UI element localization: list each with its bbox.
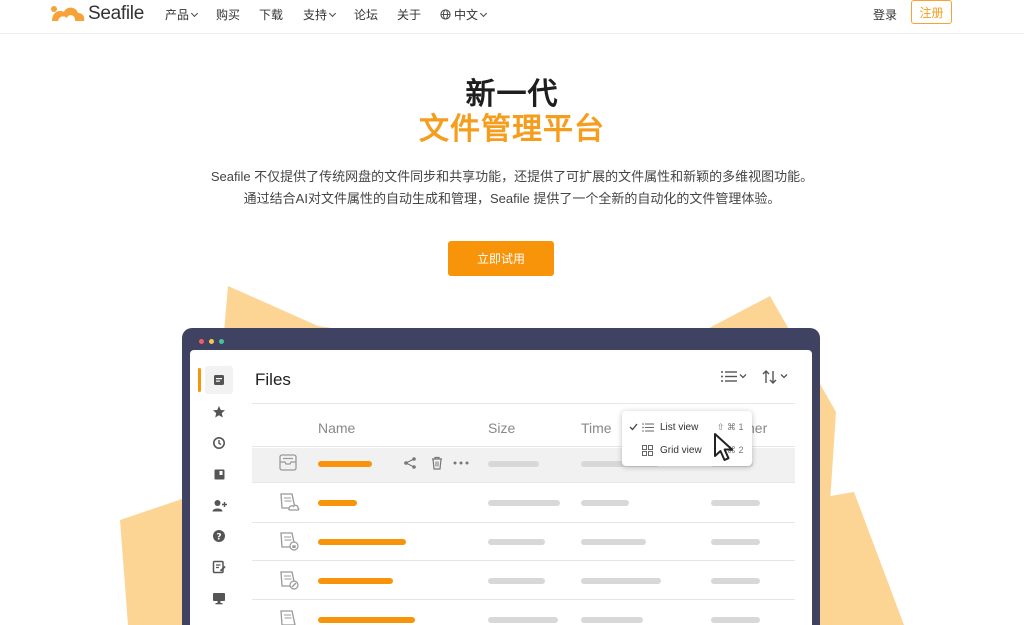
nav-item-label: 购买 xyxy=(216,8,241,22)
history-icon xyxy=(213,437,225,449)
window-maximize-dot xyxy=(219,339,224,344)
sidebar-share-users[interactable] xyxy=(207,493,231,517)
seafile-logo[interactable]: Seafile xyxy=(50,2,144,26)
sidebar-devices[interactable] xyxy=(207,586,231,610)
window-minimize-dot xyxy=(209,339,214,344)
chevron-down-icon xyxy=(479,9,488,17)
sidebar-files[interactable] xyxy=(205,366,233,394)
try-now-button[interactable]: 立即试用 xyxy=(448,241,554,276)
file-size-placeholder xyxy=(488,539,545,545)
checkmark-icon xyxy=(629,423,638,431)
window-close-dot xyxy=(199,339,204,344)
list-view-icon xyxy=(642,423,654,432)
globe-icon xyxy=(440,9,451,20)
app-content: ? Files Name Size Time ner List view ⇧ ⌘… xyxy=(190,350,812,625)
nav-item-label: 下载 xyxy=(259,8,284,22)
file-owner-placeholder xyxy=(711,617,760,623)
file-owner-placeholder xyxy=(711,500,760,506)
sidebar-notes[interactable] xyxy=(207,555,231,579)
row-divider xyxy=(252,599,795,600)
files-icon xyxy=(214,375,224,385)
monitor-icon xyxy=(213,592,225,604)
file-time-placeholder xyxy=(581,539,646,545)
sort-toggle[interactable] xyxy=(762,369,792,385)
file-name-placeholder[interactable] xyxy=(318,539,406,545)
menu-item-label: Grid view xyxy=(660,445,702,456)
row-divider xyxy=(252,522,795,523)
row-divider xyxy=(252,482,795,483)
more-options-icon[interactable] xyxy=(453,460,469,466)
nav-item-label: 论坛 xyxy=(354,8,379,22)
column-header-name[interactable]: Name xyxy=(318,420,355,436)
edit-note-icon xyxy=(212,560,226,574)
nav-item-label: 支持 xyxy=(303,8,328,22)
sidebar-active-indicator xyxy=(198,368,201,392)
hero-title-line2: 文件管理平台 xyxy=(419,113,605,146)
library-icon xyxy=(280,610,296,625)
column-header-size[interactable]: Size xyxy=(488,420,515,436)
chevron-down-icon xyxy=(739,374,747,379)
file-owner-placeholder xyxy=(711,539,760,545)
star-icon xyxy=(213,406,225,418)
sidebar-libraries[interactable] xyxy=(207,462,231,486)
grid-view-icon xyxy=(642,445,653,456)
nav-item-products[interactable]: 产品 xyxy=(165,6,199,23)
help-icon: ? xyxy=(213,530,225,543)
seafile-logo-icon xyxy=(51,6,85,22)
add-user-icon xyxy=(212,499,227,511)
app-window-mockup: ? Files Name Size Time ner List view ⇧ ⌘… xyxy=(182,328,820,625)
file-time-placeholder xyxy=(581,617,643,623)
login-link[interactable]: 登录 xyxy=(873,6,897,23)
file-size-placeholder xyxy=(488,578,545,584)
mouse-cursor-icon xyxy=(714,433,733,461)
list-view-icon xyxy=(721,371,737,382)
top-navigation: Seafile 产品 购买 下载 支持 论坛 关于 中文 登录 注册 xyxy=(0,0,1024,34)
file-time-placeholder xyxy=(581,578,661,584)
file-name-placeholder[interactable] xyxy=(318,578,393,584)
menu-item-label: List view xyxy=(660,422,699,433)
file-name-placeholder[interactable] xyxy=(318,500,357,506)
hero-description-line1: Seafile 不仅提供了传统网盘的文件同步和共享功能，还提供了可扩展的文件属性… xyxy=(210,169,814,184)
hero-description-line2: 通过结合AI对文件属性的自动生成和管理，Seafile 提供了一个全新的自动化的… xyxy=(243,191,781,206)
delete-icon[interactable] xyxy=(430,456,444,470)
sidebar-starred[interactable] xyxy=(207,400,231,424)
sidebar-history[interactable] xyxy=(207,431,231,455)
nav-item-download[interactable]: 下载 xyxy=(259,6,283,23)
language-label: 中文 xyxy=(454,8,479,22)
library-locked-icon xyxy=(280,532,299,551)
file-name-placeholder[interactable] xyxy=(318,617,415,623)
file-size-placeholder xyxy=(488,500,560,506)
library-icon xyxy=(214,469,224,479)
file-size-placeholder xyxy=(488,617,558,623)
file-owner-placeholder xyxy=(711,578,760,584)
nav-item-forum[interactable]: 论坛 xyxy=(354,6,378,23)
files-title: Files xyxy=(255,370,291,389)
sidebar-help[interactable]: ? xyxy=(207,524,231,548)
language-selector[interactable]: 中文 xyxy=(440,6,488,23)
row-divider xyxy=(252,560,795,561)
register-button[interactable]: 注册 xyxy=(911,0,952,24)
svg-text:?: ? xyxy=(216,533,221,543)
library-box-icon xyxy=(279,454,297,471)
logo-text: Seafile xyxy=(88,3,144,24)
nav-item-label: 产品 xyxy=(165,8,190,22)
column-header-time[interactable]: Time xyxy=(581,420,612,436)
header-divider xyxy=(252,403,795,404)
file-name-placeholder[interactable] xyxy=(318,461,372,467)
chevron-down-icon xyxy=(328,9,337,17)
file-size-placeholder xyxy=(488,461,539,467)
nav-item-about[interactable]: 关于 xyxy=(397,6,421,23)
nav-item-support[interactable]: 支持 xyxy=(303,6,337,23)
chevron-down-icon xyxy=(780,374,788,379)
sort-icon xyxy=(762,370,777,384)
share-icon[interactable] xyxy=(403,456,417,470)
library-edit-icon xyxy=(280,571,299,590)
chevron-down-icon xyxy=(190,9,199,17)
nav-item-buy[interactable]: 购买 xyxy=(216,6,240,23)
library-cloud-icon xyxy=(280,493,300,511)
file-time-placeholder xyxy=(581,500,629,506)
view-mode-toggle[interactable] xyxy=(720,369,748,385)
nav-item-label: 关于 xyxy=(397,8,422,22)
